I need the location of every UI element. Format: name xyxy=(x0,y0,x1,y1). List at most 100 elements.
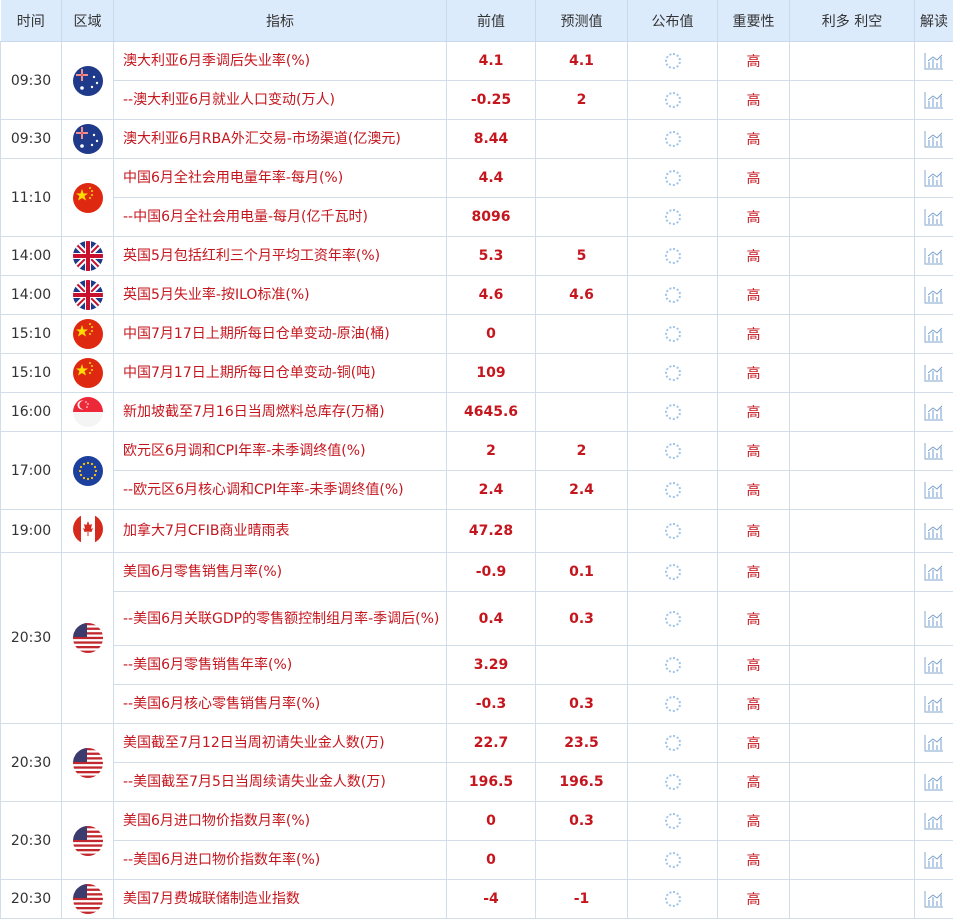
analysis-cell[interactable] xyxy=(915,393,953,432)
chart-analysis-icon[interactable] xyxy=(924,170,944,186)
forecast-value xyxy=(536,354,628,393)
analysis-cell[interactable] xyxy=(915,841,953,880)
analysis-cell[interactable] xyxy=(915,198,953,237)
region-cell xyxy=(62,237,114,276)
loading-spinner-icon xyxy=(665,209,681,225)
chart-analysis-icon[interactable] xyxy=(924,131,944,147)
table-row: 11:10中国6月全社会用电量年率-每月(%)4.4高 xyxy=(1,159,953,198)
loading-spinner-icon xyxy=(665,248,681,264)
impact-cell xyxy=(790,354,915,393)
analysis-cell[interactable] xyxy=(915,592,953,646)
analysis-cell[interactable] xyxy=(915,315,953,354)
analysis-cell[interactable] xyxy=(915,510,953,553)
indicator-cell[interactable]: 新加坡截至7月16日当周燃料总库存(万桶) xyxy=(114,393,447,432)
table-row: 14:00英国5月包括红利三个月平均工资年率(%)5.35高 xyxy=(1,237,953,276)
indicator-cell[interactable]: 英国5月包括红利三个月平均工资年率(%) xyxy=(114,237,447,276)
header-region: 区域 xyxy=(62,0,114,42)
analysis-cell[interactable] xyxy=(915,159,953,198)
analysis-cell[interactable] xyxy=(915,471,953,510)
analysis-cell[interactable] xyxy=(915,880,953,919)
chart-analysis-icon[interactable] xyxy=(924,404,944,420)
indicator-cell[interactable]: 澳大利亚6月RBA外汇交易-市场渠道(亿澳元) xyxy=(114,120,447,159)
indicator-cell[interactable]: 加拿大7月CFIB商业晴雨表 xyxy=(114,510,447,553)
previous-value: 4.6 xyxy=(447,276,536,315)
chart-analysis-icon[interactable] xyxy=(924,657,944,673)
indicator-cell[interactable]: --美国6月进口物价指数年率(%) xyxy=(114,841,447,880)
impact-cell xyxy=(790,159,915,198)
chart-analysis-icon[interactable] xyxy=(924,482,944,498)
analysis-cell[interactable] xyxy=(915,120,953,159)
forecast-value xyxy=(536,393,628,432)
analysis-cell[interactable] xyxy=(915,432,953,471)
forecast-value: 0.3 xyxy=(536,685,628,724)
loading-spinner-icon xyxy=(665,170,681,186)
chart-analysis-icon[interactable] xyxy=(924,813,944,829)
chart-analysis-icon[interactable] xyxy=(924,891,944,907)
analysis-cell[interactable] xyxy=(915,553,953,592)
analysis-cell[interactable] xyxy=(915,354,953,393)
analysis-cell[interactable] xyxy=(915,276,953,315)
actual-value xyxy=(628,802,718,841)
chart-analysis-icon[interactable] xyxy=(924,852,944,868)
indicator-cell[interactable]: --澳大利亚6月就业人口变动(万人) xyxy=(114,81,447,120)
region-cell xyxy=(62,120,114,159)
indicator-cell[interactable]: 中国7月17日上期所每日仓单变动-铜(吨) xyxy=(114,354,447,393)
time-cell: 14:00 xyxy=(1,276,62,315)
indicator-cell[interactable]: 澳大利亚6月季调后失业率(%) xyxy=(114,42,447,81)
analysis-cell[interactable] xyxy=(915,42,953,81)
indicator-cell[interactable]: 中国6月全社会用电量年率-每月(%) xyxy=(114,159,447,198)
chart-analysis-icon[interactable] xyxy=(924,365,944,381)
previous-value: 0 xyxy=(447,315,536,354)
indicator-cell[interactable]: 中国7月17日上期所每日仓单变动-原油(桶) xyxy=(114,315,447,354)
analysis-cell[interactable] xyxy=(915,646,953,685)
indicator-cell[interactable]: 美国6月进口物价指数月率(%) xyxy=(114,802,447,841)
chart-analysis-icon[interactable] xyxy=(924,774,944,790)
indicator-cell[interactable]: 美国截至7月12日当周初请失业金人数(万) xyxy=(114,724,447,763)
analysis-cell[interactable] xyxy=(915,685,953,724)
analysis-cell[interactable] xyxy=(915,802,953,841)
analysis-cell[interactable] xyxy=(915,724,953,763)
indicator-cell[interactable]: 欧元区6月调和CPI年率-未季调终值(%) xyxy=(114,432,447,471)
time-cell: 09:30 xyxy=(1,42,62,120)
analysis-cell[interactable] xyxy=(915,763,953,802)
chart-analysis-icon[interactable] xyxy=(924,248,944,264)
chart-analysis-icon[interactable] xyxy=(924,611,944,627)
indicator-cell[interactable]: 美国6月零售销售月率(%) xyxy=(114,553,447,592)
loading-spinner-icon xyxy=(665,891,681,907)
loading-spinner-icon xyxy=(665,326,681,342)
indicator-cell[interactable]: 美国7月费城联储制造业指数 xyxy=(114,880,447,919)
time-cell: 19:00 xyxy=(1,510,62,553)
analysis-cell[interactable] xyxy=(915,81,953,120)
indicator-cell[interactable]: --美国6月核心零售销售月率(%) xyxy=(114,685,447,724)
indicator-cell[interactable]: --美国6月关联GDP的零售额控制组月率-季调后(%) xyxy=(114,592,447,646)
impact-cell xyxy=(790,802,915,841)
forecast-value xyxy=(536,510,628,553)
importance-cell: 高 xyxy=(718,237,790,276)
loading-spinner-icon xyxy=(665,564,681,580)
forecast-value: 4.1 xyxy=(536,42,628,81)
indicator-cell[interactable]: --中国6月全社会用电量-每月(亿千瓦时) xyxy=(114,198,447,237)
chart-analysis-icon[interactable] xyxy=(924,53,944,69)
analysis-cell[interactable] xyxy=(915,237,953,276)
indicator-cell[interactable]: 英国5月失业率-按ILO标准(%) xyxy=(114,276,447,315)
chart-analysis-icon[interactable] xyxy=(924,287,944,303)
region-cell xyxy=(62,315,114,354)
table-row: 20:30美国6月零售销售月率(%)-0.90.1高 xyxy=(1,553,953,592)
region-cell xyxy=(62,276,114,315)
chart-analysis-icon[interactable] xyxy=(924,443,944,459)
indicator-cell[interactable]: --美国截至7月5日当周续请失业金人数(万) xyxy=(114,763,447,802)
actual-value xyxy=(628,763,718,802)
loading-spinner-icon xyxy=(665,482,681,498)
indicator-cell[interactable]: --美国6月零售销售年率(%) xyxy=(114,646,447,685)
chart-analysis-icon[interactable] xyxy=(924,209,944,225)
chart-analysis-icon[interactable] xyxy=(924,564,944,580)
chart-analysis-icon[interactable] xyxy=(924,92,944,108)
chart-analysis-icon[interactable] xyxy=(924,735,944,751)
impact-cell xyxy=(790,198,915,237)
indicator-cell[interactable]: --欧元区6月核心调和CPI年率-未季调终值(%) xyxy=(114,471,447,510)
chart-analysis-icon[interactable] xyxy=(924,696,944,712)
chart-analysis-icon[interactable] xyxy=(924,326,944,342)
forecast-value xyxy=(536,315,628,354)
chart-analysis-icon[interactable] xyxy=(924,523,944,539)
region-cell xyxy=(62,880,114,919)
